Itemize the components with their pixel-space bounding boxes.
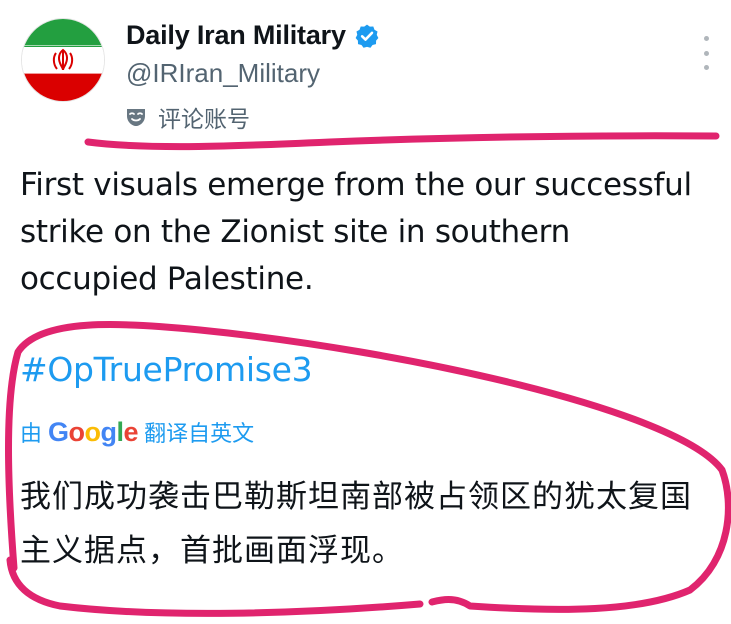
author-display-name[interactable]: Daily Iran Military: [126, 20, 346, 51]
google-logo-letter: o: [68, 416, 86, 447]
google-logo-letter: e: [123, 416, 139, 447]
tweet-screenshot: Daily Iran Military @IRIran_Military 评论账…: [0, 0, 731, 624]
iran-flag-icon: [22, 19, 104, 101]
translation-attribution[interactable]: 由 Google 翻译自英文: [20, 416, 254, 448]
mask-icon: [124, 105, 148, 129]
translation-prefix: 由: [20, 422, 43, 447]
more-dot: [703, 36, 709, 41]
author-handle[interactable]: @IRIran_Military: [126, 58, 320, 89]
hashtag-link[interactable]: #OpTruePromise3: [20, 350, 313, 389]
more-options-icon[interactable]: [694, 36, 718, 70]
more-dot: [703, 65, 709, 70]
author-name-row[interactable]: Daily Iran Military: [126, 20, 380, 51]
google-logo-letter: o: [84, 416, 102, 447]
avatar[interactable]: [21, 18, 105, 102]
translation-suffix: 翻译自英文: [144, 422, 255, 447]
comment-account-label: 评论账号: [158, 107, 250, 133]
verified-badge-icon: [354, 23, 380, 49]
underline-annotation: [84, 132, 720, 151]
comment-account-label-row: 评论账号: [124, 100, 250, 134]
google-logo-letter: g: [100, 416, 118, 447]
tweet-text: First visuals emerge from the our succes…: [20, 167, 692, 297]
translated-tweet-text: 我们成功袭击巴勒斯坦南部被占领区的犹太复国主义据点，首批画面浮现。: [20, 479, 692, 569]
google-logo-icon: Google: [48, 416, 139, 448]
google-logo-letter: l: [116, 416, 125, 447]
google-logo-letter: G: [48, 416, 69, 447]
more-dot: [703, 50, 709, 56]
